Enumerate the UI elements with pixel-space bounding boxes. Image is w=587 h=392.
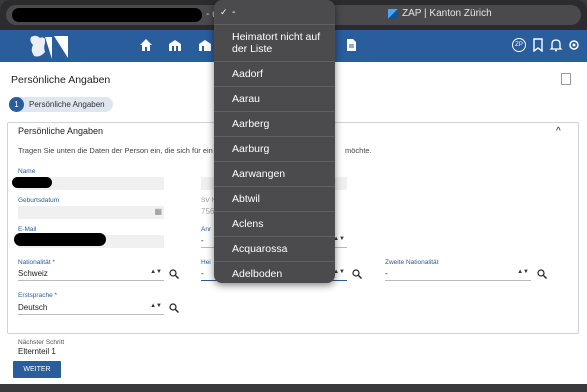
select-caret-icon: ▲▼	[150, 269, 162, 275]
dropdown-option[interactable]: Aclens	[214, 212, 335, 237]
dropdown-option[interactable]: Aarberg	[214, 112, 335, 137]
canton-logo	[30, 35, 52, 59]
nationalitaet-select[interactable]: Schweiz ▲▼	[18, 268, 164, 281]
dropdown-option[interactable]: Aadorf	[214, 62, 335, 87]
select-caret-icon: ▲▼	[517, 269, 529, 275]
dropdown-option[interactable]: Aarau	[214, 87, 335, 112]
bookmark-icon[interactable]	[531, 38, 545, 56]
dropdown-option-label: Acquarossa	[232, 243, 288, 255]
dropdown-option[interactable]: ✓ -	[214, 0, 335, 25]
chevron-up-icon[interactable]: ^	[556, 126, 561, 137]
heimatort-value: -	[201, 269, 204, 278]
card-title: Persönliche Angaben	[18, 126, 104, 136]
dropdown-option-label: -	[232, 6, 236, 18]
site-title: ZAP | Kanton Zürich	[388, 8, 492, 19]
settings-icon[interactable]	[567, 38, 581, 56]
nationalitaet-value: Schweiz	[18, 269, 48, 278]
canton-shield-icon	[54, 36, 68, 58]
dropdown-option[interactable]: Heimatort nicht auf der Liste	[214, 25, 335, 62]
redacted-name	[12, 177, 52, 188]
search-icon[interactable]	[169, 269, 179, 279]
dropdown-option-label: Aclens	[232, 218, 264, 230]
name-label: Name	[18, 168, 36, 175]
dropdown-option-label: Aarburg	[232, 143, 270, 155]
anrede-label: Anr	[201, 226, 212, 233]
avatar-initials: ZP	[515, 42, 523, 48]
zweite-nationalitaet-label: Zweite Nationalität	[385, 259, 439, 266]
dropdown-option[interactable]: Aarwangen	[214, 162, 335, 187]
card-description-tail: möchte.	[345, 146, 372, 155]
dropdown-option[interactable]: Adelboden	[214, 262, 335, 283]
site-title-text: ZAP | Kanton Zürich	[402, 8, 492, 19]
geburtsdatum-label: Geburtsdatum	[18, 197, 60, 204]
search-icon[interactable]	[537, 269, 547, 279]
search-icon[interactable]	[169, 303, 179, 313]
dropdown-option-label: Heimatort nicht auf der Liste	[232, 31, 321, 55]
dropdown-option[interactable]: Aarburg	[214, 137, 335, 162]
redacted-email	[14, 233, 106, 246]
dropdown-option-label: Adelboden	[232, 268, 283, 280]
anrede-value: -	[201, 236, 204, 245]
zweite-nationalitaet-value: -	[385, 269, 388, 278]
step-number: 1	[9, 97, 24, 112]
bottom-bar	[0, 384, 587, 392]
card-description-text: Tragen Sie unten die Daten der Person ei…	[18, 146, 213, 155]
pdf-icon[interactable]	[561, 73, 571, 85]
weiter-button[interactable]: WEITER	[13, 361, 61, 378]
redacted-url	[12, 8, 202, 22]
next-step-label: Nächster Schritt	[18, 339, 65, 346]
bell-icon[interactable]	[549, 38, 563, 56]
email-label: E-Mail	[18, 226, 37, 233]
dropdown-option-label: Abtwil	[232, 193, 261, 205]
school-icon[interactable]	[198, 38, 212, 56]
select-caret-icon: ▲▼	[150, 303, 162, 309]
user-avatar[interactable]: ZP	[512, 38, 526, 52]
next-step-value: Elternteil 1	[18, 347, 56, 356]
step-indicator[interactable]: 1 Persönliche Angaben	[9, 97, 113, 112]
site-favicon-icon	[388, 8, 398, 19]
dropdown-option-label: Aarwangen	[232, 168, 286, 180]
building-icon[interactable]	[168, 38, 182, 56]
calendar-icon[interactable]: ▦	[154, 207, 162, 216]
dropdown-option[interactable]: Abtwil	[214, 187, 335, 212]
dropdown-option-label: Aarberg	[232, 118, 270, 130]
dropdown-option-label: Aarau	[232, 93, 261, 105]
erstsprache-label: Erstsprache *	[18, 292, 58, 299]
search-icon[interactable]	[352, 269, 362, 279]
page-title: Persönliche Angaben	[11, 74, 111, 86]
dropdown-option-label: Aadorf	[232, 68, 263, 80]
erstsprache-value: Deutsch	[18, 303, 48, 312]
dropdown-option[interactable]: Acquarossa	[214, 237, 335, 262]
document-icon[interactable]	[344, 38, 358, 56]
step-label: Persönliche Angaben	[29, 100, 105, 109]
erstsprache-select[interactable]: Deutsch ▲▼	[18, 302, 164, 315]
heimatort-dropdown[interactable]: ✓ - Heimatort nicht auf der Liste Aadorf…	[214, 0, 335, 283]
heimatort-label: Hei	[201, 259, 211, 266]
nationalitaet-label: Nationalität *	[18, 259, 55, 266]
card-description: Tragen Sie unten die Daten der Person ei…	[18, 146, 213, 155]
checkmark-icon: ✓	[220, 6, 228, 17]
geburtsdatum-field[interactable]: ▦	[18, 206, 164, 219]
zweite-nationalitaet-select[interactable]: - ▲▼	[385, 268, 531, 281]
home-icon[interactable]	[139, 38, 153, 56]
